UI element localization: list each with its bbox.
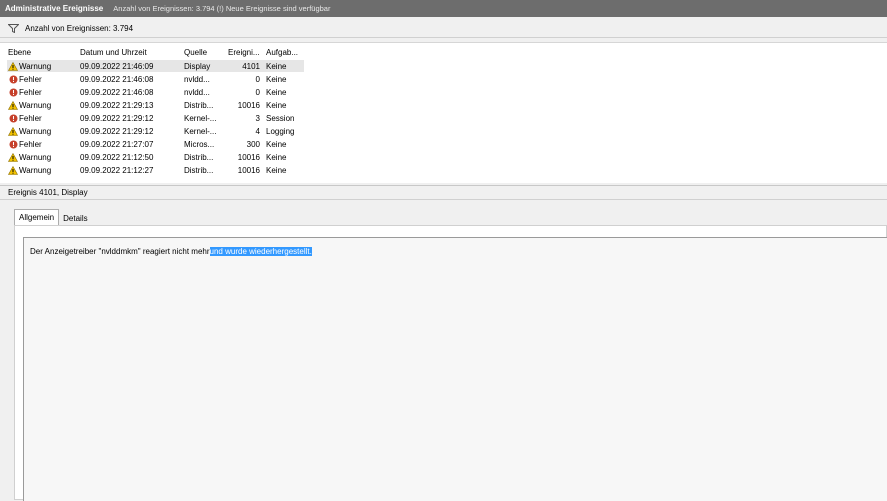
cell-event-id: 10016 (237, 100, 260, 110)
cell-level: Fehler (8, 140, 74, 149)
error-icon (8, 75, 18, 84)
warning-icon (8, 127, 18, 136)
cell-date: 09.09.2022 21:27:07 (80, 140, 154, 150)
table-row[interactable]: Warnung 09.09.2022 21:29:12 Kernel-... 4 Log… (0, 126, 887, 138)
level-text: Fehler (19, 140, 42, 150)
table-row[interactable]: Warnung 09.09.2022 21:12:50 Distrib... 1001… (0, 152, 887, 164)
column-header-date[interactable]: Datum und Uhrzeit (80, 48, 180, 57)
cell-task: Session (266, 114, 295, 124)
cell-source: Kernel-... (184, 127, 217, 137)
cell-task: Keine (266, 87, 287, 97)
table-row[interactable]: Fehler 09.09.2022 21:46:08 nvldd... 0 Keine (0, 86, 887, 98)
cell-level: Warnung (8, 127, 74, 136)
cell-source: Display (184, 61, 211, 71)
cell-date: 09.09.2022 21:29:13 (80, 100, 154, 110)
warning-icon (8, 100, 18, 110)
level-text: Warnung (19, 100, 52, 110)
cell-level: Warnung (8, 61, 74, 71)
cell-date: 09.09.2022 21:46:09 (80, 61, 154, 71)
tab-allgemein[interactable]: Allgemein (14, 209, 60, 225)
table-row[interactable]: Fehler 09.09.2022 21:29:12 Kernel-... 3 Sess… (0, 112, 887, 124)
cell-level: Fehler (8, 114, 74, 123)
filter-count-label: Anzahl von Ereignissen: 3.794 (25, 24, 134, 33)
cell-task: Keine (266, 166, 287, 176)
event-detail-panel: Allgemein Details Der Anzeigetreiber "nv… (7, 206, 887, 501)
level-text: Warnung (19, 127, 52, 137)
cell-level: Fehler (8, 75, 74, 84)
cell-date: 09.09.2022 21:12:27 (80, 166, 154, 176)
cell-task: Logging (266, 127, 295, 137)
cell-event-id: 300 (246, 140, 260, 150)
message-selected-text: und wurde wiederhergestellt. (209, 247, 312, 256)
tab-details[interactable]: Details (59, 211, 91, 225)
level-text: Fehler (19, 87, 42, 97)
cell-task: Keine (266, 61, 287, 71)
cell-source: Micros... (184, 140, 215, 150)
cell-source: Distrib... (184, 153, 214, 163)
cell-date: 09.09.2022 21:46:08 (80, 74, 154, 84)
table-row[interactable]: Fehler 09.09.2022 21:46:08 nvldd... 0 Keine (0, 73, 887, 85)
event-list[interactable]: Ebene Datum und Uhrzeit Quelle Ereigni..… (0, 42, 887, 183)
cell-date: 09.09.2022 21:29:12 (80, 114, 154, 124)
cell-source: Distrib... (184, 100, 214, 110)
cell-event-id: 0 (255, 87, 260, 97)
event-detail-title: Ereignis 4101, Display (0, 185, 887, 200)
window-title: Administrative Ereignisse (5, 4, 104, 13)
error-icon (8, 114, 18, 123)
cell-level: Fehler (8, 88, 74, 97)
column-header-source[interactable]: Quelle (184, 48, 224, 57)
cell-source: Distrib... (184, 166, 214, 176)
level-text: Warnung (19, 166, 52, 176)
table-row[interactable]: Fehler 09.09.2022 21:27:07 Micros... 300 Kei… (0, 139, 887, 151)
warning-icon (8, 61, 18, 71)
cell-level: Warnung (8, 166, 74, 175)
cell-event-id: 10016 (237, 166, 260, 176)
error-icon (8, 140, 18, 149)
event-message[interactable]: Der Anzeigetreiber "nvlddmkm" reagiert n… (30, 247, 312, 256)
column-header-event-id[interactable]: Ereigni... (228, 48, 260, 57)
level-text: Fehler (19, 74, 42, 84)
cell-event-id: 10016 (237, 153, 260, 163)
table-row[interactable]: Warnung 09.09.2022 21:12:27 Distrib... 1001… (0, 165, 887, 177)
detail-tabs: Allgemein Details (14, 209, 92, 225)
filter-icon[interactable] (7, 24, 19, 34)
table-row[interactable]: Warnung 09.09.2022 21:29:13 Distrib... 1001… (0, 99, 887, 111)
cell-task: Keine (266, 140, 287, 150)
column-header-task[interactable]: Aufgab... (266, 48, 306, 57)
level-text: Fehler (19, 114, 42, 124)
tab-panel-general: Der Anzeigetreiber "nvlddmkm" reagiert n… (14, 225, 887, 501)
cell-date: 09.09.2022 21:46:08 (80, 87, 154, 97)
cell-event-id: 4 (255, 127, 260, 137)
cell-task: Keine (266, 100, 287, 110)
cell-level: Warnung (8, 153, 74, 162)
cell-event-id: 4101 (242, 61, 260, 71)
table-header: Ebene Datum und Uhrzeit Quelle Ereigni..… (0, 46, 887, 58)
table-row[interactable]: Warnung 09.09.2022 21:46:09 Display 4101 Kei… (0, 60, 887, 73)
cell-source: Kernel-... (184, 114, 217, 124)
cell-date: 09.09.2022 21:29:12 (80, 127, 154, 137)
warning-icon (8, 166, 18, 176)
message-text: Der Anzeigetreiber "nvlddmkm" reagiert n… (30, 247, 210, 256)
warning-icon (8, 153, 18, 163)
level-text: Warnung (19, 153, 52, 163)
cell-source: nvldd... (184, 74, 210, 84)
cell-level: Warnung (8, 100, 74, 110)
cell-event-id: 3 (255, 114, 260, 124)
cell-event-id: 0 (255, 74, 260, 84)
event-count-info: Anzahl von Ereignissen: 3.794 (!) Neue E… (113, 4, 331, 13)
cell-source: nvldd... (184, 87, 210, 97)
level-text: Warnung (19, 61, 52, 71)
cell-task: Keine (266, 74, 287, 84)
cell-task: Keine (266, 153, 287, 163)
column-header-level[interactable]: Ebene (8, 48, 74, 57)
error-icon (8, 88, 18, 97)
event-message-box[interactable]: Der Anzeigetreiber "nvlddmkm" reagiert n… (23, 237, 887, 501)
filter-bar: Anzahl von Ereignissen: 3.794 (0, 20, 887, 38)
cell-date: 09.09.2022 21:12:50 (80, 153, 154, 163)
title-bar: Administrative Ereignisse Anzahl von Ere… (0, 0, 887, 17)
